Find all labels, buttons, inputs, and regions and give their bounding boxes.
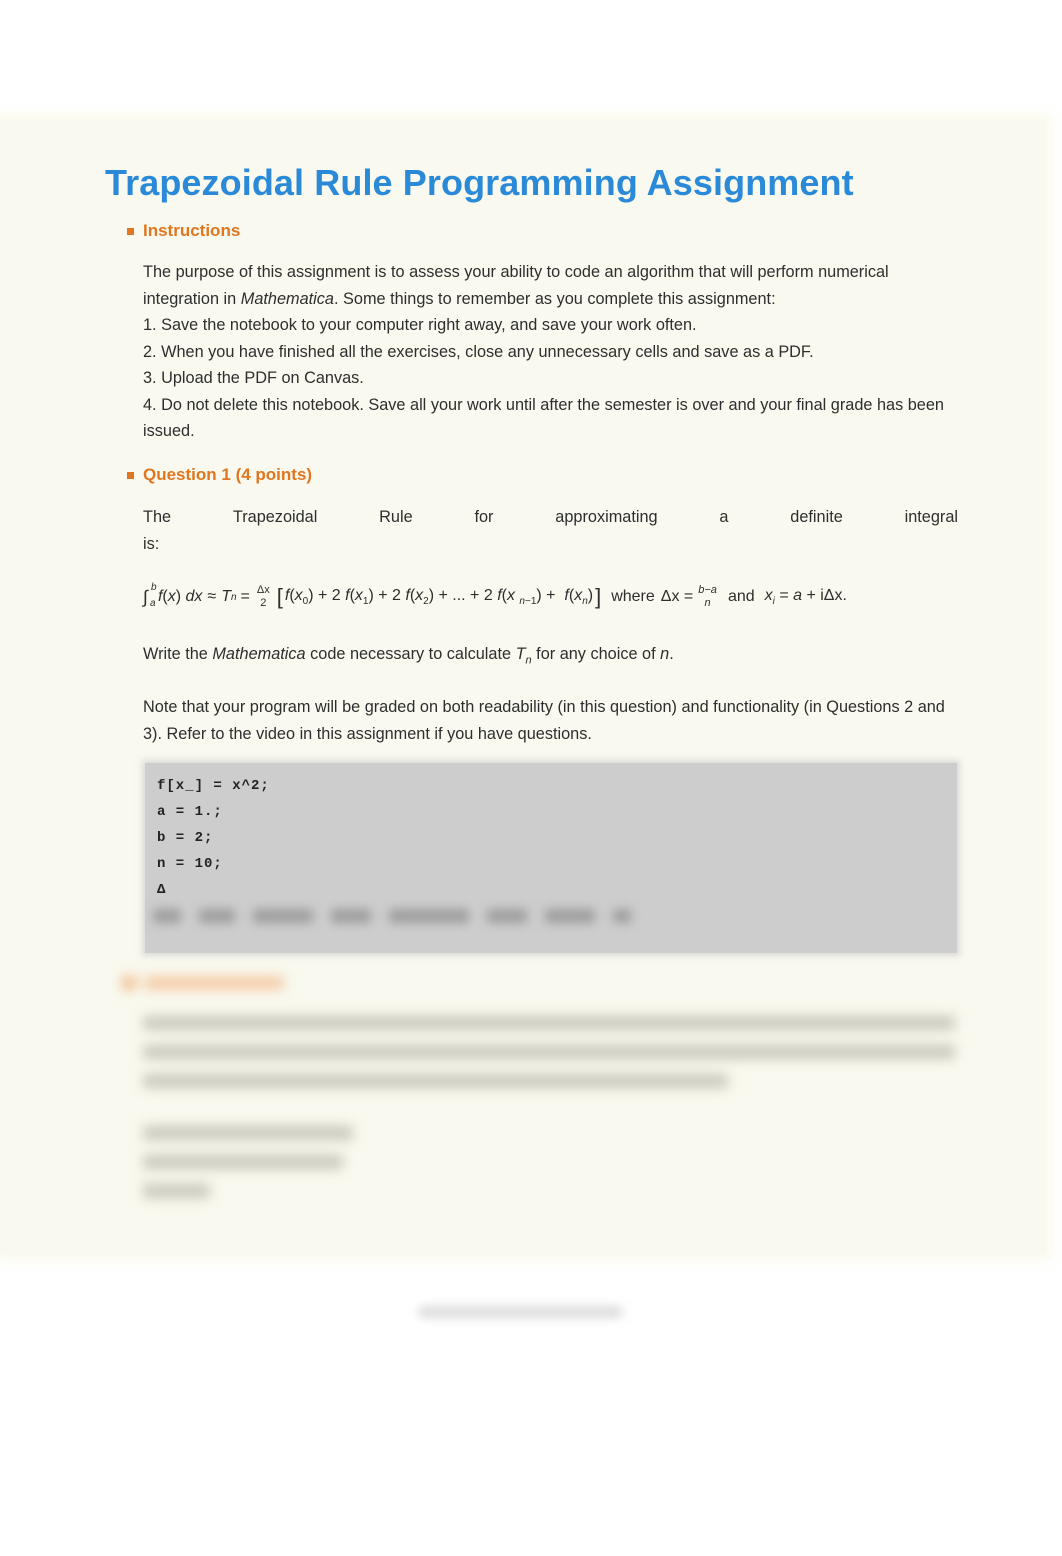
integrand: f(x) dx bbox=[157, 588, 203, 605]
question1-note: Note that your program will be graded on… bbox=[143, 698, 945, 743]
instructions-body: The purpose of this assignment is to ass… bbox=[143, 259, 959, 445]
coefficient-fraction: Δx 2 bbox=[256, 584, 270, 609]
page-title: Trapezoidal Rule Programming Assignment bbox=[105, 162, 854, 203]
cell-bracket-icon bbox=[127, 471, 134, 479]
code-line[interactable]: f[x_] = x^2; bbox=[157, 775, 945, 801]
software-name: Mathematica bbox=[240, 289, 334, 308]
cell-bracket-icon bbox=[127, 227, 134, 235]
code-line[interactable]: Δ bbox=[157, 879, 945, 905]
integral-sign: ∫ b a bbox=[143, 581, 157, 609]
question1-intro: The Trapezoidal Rule for approximating a… bbox=[143, 504, 959, 557]
question1-intro-line: The Trapezoidal Rule for approximating a… bbox=[143, 508, 958, 526]
instruction-item: 2. When you have finished all the exerci… bbox=[143, 342, 814, 361]
section-instructions-label: Instructions bbox=[143, 221, 241, 240]
formula-terms: f(x0) + 2 f(x1) + 2 f(x2) + ... + 2 f(x … bbox=[284, 586, 594, 608]
instructions-intro: The purpose of this assignment is to ass… bbox=[143, 263, 889, 308]
section-instructions-heading[interactable]: Instructions bbox=[127, 221, 240, 241]
question1-task: Write the Mathematica code necessary to … bbox=[143, 645, 674, 667]
blurred-footer bbox=[418, 1306, 623, 1318]
code-line[interactable]: a = 1.; bbox=[157, 801, 945, 827]
delta-x-fraction: b−a n bbox=[698, 584, 717, 609]
code-line[interactable]: n = 10; bbox=[157, 853, 945, 879]
blurred-code-content bbox=[153, 903, 693, 929]
instruction-item: 3. Upload the PDF on Canvas. bbox=[143, 369, 364, 387]
blurred-answer-text bbox=[143, 1126, 353, 1213]
code-line[interactable]: b = 2; bbox=[157, 827, 945, 853]
instruction-item: 1. Save the notebook to your computer ri… bbox=[143, 316, 697, 334]
section-question1-heading[interactable]: Question 1 (4 points) bbox=[127, 465, 312, 485]
code-input-cell[interactable]: f[x_] = x^2; a = 1.; b = 2; n = 10; Δ bbox=[145, 763, 957, 953]
trapezoidal-formula: ∫ b a f(x) dx ≈ Tn = Δx 2 [ f(x0) + 2 f(x1… bbox=[143, 581, 847, 610]
blurred-question-text bbox=[143, 1016, 955, 1103]
instruction-item: 4. Do not delete this notebook. Save all… bbox=[143, 395, 944, 441]
section-question1-label: Question 1 (4 points) bbox=[143, 465, 313, 484]
notebook-page: Trapezoidal Rule Programming Assignment … bbox=[0, 120, 1046, 1255]
blurred-section-heading bbox=[122, 976, 292, 994]
xi-definition: xi = a + iΔx. bbox=[764, 586, 847, 608]
